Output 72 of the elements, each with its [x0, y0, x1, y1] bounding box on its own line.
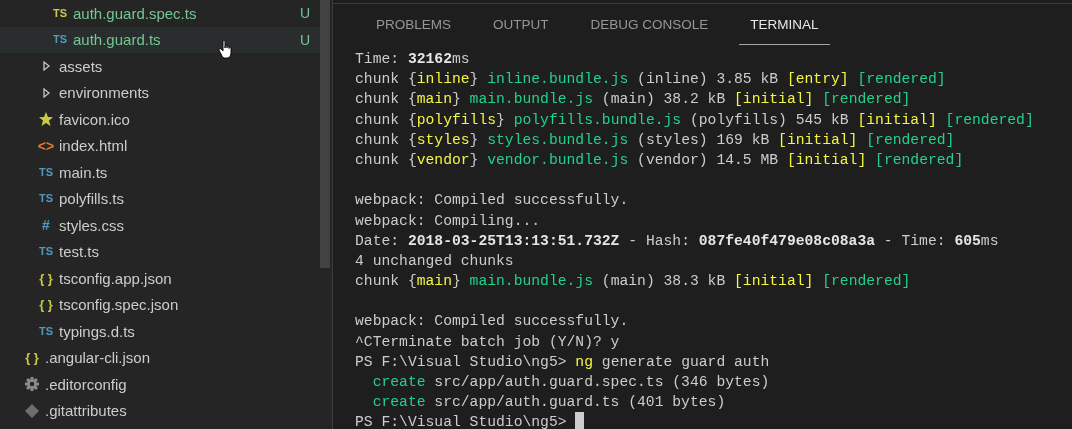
- diamond-icon: [24, 402, 40, 419]
- file-name: assets: [59, 57, 104, 75]
- chevron-icon[interactable]: [41, 87, 51, 98]
- file-name: typings.d.ts: [59, 322, 136, 340]
- terminal-line: webpack: Compiled successfully.: [355, 312, 630, 332]
- gear-icon: [24, 376, 40, 393]
- terminal-line: ^CTerminate batch job (Y/N)? y: [355, 332, 621, 352]
- tree-item[interactable]: TS typings.d.ts: [0, 318, 320, 345]
- panel-tab[interactable]: TERMINAL: [739, 4, 830, 45]
- file-name: tsconfig.app.json: [59, 269, 173, 287]
- file-type-icon: <>: [37, 138, 55, 153]
- terminal-line: webpack: Compiled successfully.: [355, 191, 630, 211]
- terminal-line: webpack: Compiling...: [355, 211, 542, 231]
- file-type-icon: TS: [38, 193, 54, 205]
- tree-item[interactable]: .gitattributes: [0, 397, 320, 424]
- scrollbar-thumb[interactable]: [320, 0, 330, 268]
- terminal-line: PS F:\Visual Studio\ng5>: [355, 412, 1072, 429]
- tree-item[interactable]: # styles.css: [0, 212, 320, 239]
- file-name: polyfills.ts: [59, 190, 126, 208]
- file-name: styles.css: [59, 216, 125, 234]
- tree-item[interactable]: environments: [0, 79, 320, 106]
- tree-item[interactable]: TS auth.guard.spec.ts U: [0, 0, 320, 27]
- hand-cursor-icon: [218, 39, 232, 59]
- terminal-line: Date: 2018-03-25T13:13:51.732Z - Hash: 087fe40f479e08c08a3a - Time: 605ms: [355, 231, 1000, 251]
- panel-tab[interactable]: PROBLEMS: [365, 4, 463, 45]
- git-status-label: U: [299, 31, 310, 48]
- tree-item[interactable]: assets: [0, 53, 320, 80]
- file-type-icon: TS: [52, 7, 68, 19]
- git-status-label: U: [299, 5, 310, 22]
- file-name: .angular-cli.json: [45, 349, 152, 367]
- file-type-icon: TS: [52, 34, 68, 46]
- tree-item[interactable]: TS test.ts: [0, 238, 320, 265]
- terminal-line: chunk {styles} styles.bundle.js (styles) 169 kB [initial] [rendered]: [355, 130, 956, 150]
- panel-tab[interactable]: OUTPUT: [482, 4, 560, 45]
- terminal-line: create src/app/auth.guard.ts (401 bytes): [371, 393, 727, 413]
- star-icon: [38, 111, 54, 128]
- file-name: .editorconfig: [45, 375, 128, 393]
- file-type-icon: #: [42, 218, 50, 233]
- file-name: test.ts: [59, 243, 100, 261]
- file-type-icon: { }: [39, 298, 53, 312]
- file-name: tsconfig.spec.json: [59, 296, 180, 314]
- file-type-icon: TS: [38, 325, 54, 337]
- tree-item[interactable]: TS polyfills.ts: [0, 185, 320, 212]
- tree-item[interactable]: .editorconfig: [0, 371, 320, 398]
- file-name: auth.guard.ts: [73, 31, 162, 49]
- tree-item[interactable]: TS main.ts: [0, 159, 320, 186]
- file-name: favicon.ico: [59, 110, 131, 128]
- tree-item[interactable]: favicon.ico: [0, 106, 320, 133]
- file-type-icon: TS: [38, 246, 54, 258]
- terminal-line: chunk {main} main.bundle.js (main) 38.3 kB [initial] [rendered]: [355, 272, 912, 292]
- terminal-line: chunk {polyfills} polyfills.bundle.js (polyfills) 545 kB [initial] [rendered]: [355, 110, 1035, 130]
- terminal-line: create src/app/auth.guard.spec.ts (346 bytes): [371, 373, 771, 392]
- panel-tab[interactable]: DEBUG CONSOLE: [579, 4, 720, 45]
- file-type-icon: TS: [38, 166, 54, 178]
- tree-item[interactable]: { } .angular-cli.json: [0, 344, 320, 371]
- terminal-line: chunk {vendor} vendor.bundle.js (vendor) 14.5 MB [initial] [rendered]: [355, 150, 965, 170]
- tree-item[interactable]: <> index.html: [0, 132, 320, 159]
- file-name: auth.guard.spec.ts: [73, 4, 198, 22]
- file-name: index.html: [59, 137, 129, 155]
- tree-item[interactable]: { } tsconfig.spec.json: [0, 291, 320, 318]
- file-name: main.ts: [59, 163, 109, 181]
- file-name: environments: [59, 84, 151, 102]
- terminal-line: PS F:\Visual Studio\ng5> ng generate guard auth: [355, 352, 771, 372]
- file-name: .gitattributes: [45, 402, 128, 420]
- terminal-line: chunk {inline} inline.bundle.js (inline) 3.85 kB [entry] [rendered]: [355, 70, 947, 90]
- tree-item[interactable]: { } tsconfig.app.json: [0, 265, 320, 292]
- file-type-icon: { }: [25, 351, 39, 365]
- file-type-icon: { }: [39, 271, 53, 285]
- chevron-icon[interactable]: [41, 61, 51, 72]
- terminal-line: 4 unchanged chunks: [355, 251, 515, 271]
- terminal-line: chunk {main} main.bundle.js (main) 38.2 kB [initial] [rendered]: [355, 90, 912, 110]
- terminal-line: Time: 32162ms: [355, 50, 471, 69]
